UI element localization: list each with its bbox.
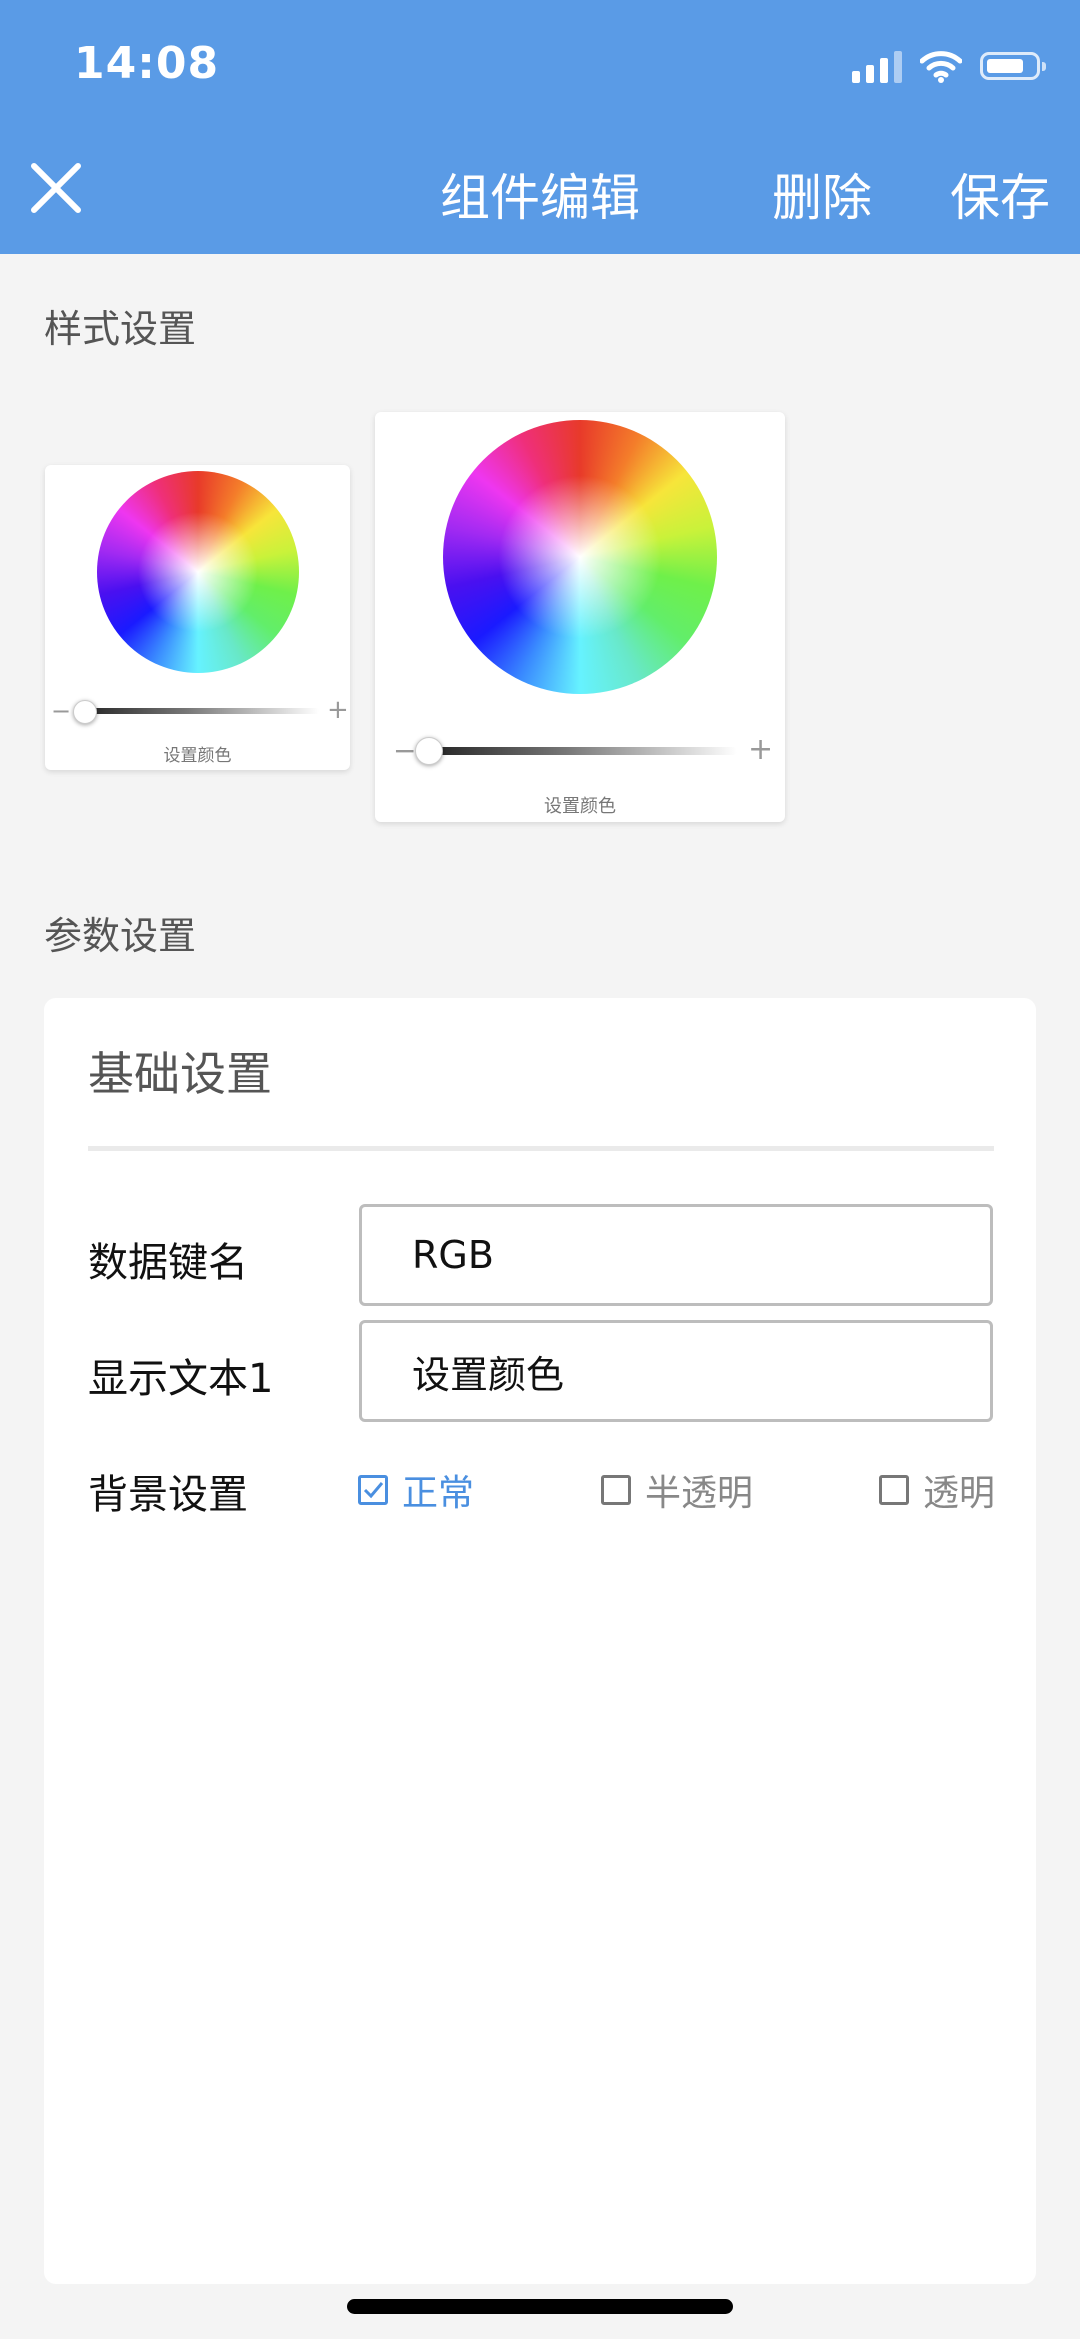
wifi-icon	[920, 51, 962, 83]
divider	[88, 1146, 994, 1151]
option-label: 正常	[402, 1473, 475, 1514]
page-title: 组件编辑	[440, 169, 640, 227]
slider-plus-icon[interactable]: +	[327, 695, 349, 725]
basic-settings-panel: 基础设置 数据键名 RGB 显示文本1 设置颜色 背景设置 正常 半透明 透明	[44, 998, 1036, 2284]
background-setting-label: 背景设置	[88, 1472, 248, 1518]
status-time: 14:08	[74, 38, 220, 89]
battery-icon	[980, 52, 1046, 80]
slider-thumb[interactable]	[415, 737, 443, 765]
widget-label: 设置颜色	[163, 746, 232, 766]
option-label: 透明	[923, 1473, 996, 1514]
slider-thumb[interactable]	[73, 700, 97, 724]
params-section-title: 参数设置	[44, 914, 197, 958]
color-wheel[interactable]	[97, 471, 299, 673]
save-button[interactable]: 保存	[950, 158, 1050, 230]
bg-option-transparent[interactable]: 透明	[879, 1464, 995, 1516]
option-label: 半透明	[645, 1473, 754, 1514]
bg-option-normal[interactable]: 正常	[358, 1464, 474, 1516]
home-indicator	[347, 2299, 733, 2314]
checkbox-checked-icon[interactable]	[358, 1475, 388, 1505]
color-picker-small-widget[interactable]: − + 设置颜色	[45, 465, 350, 770]
delete-button[interactable]: 删除	[772, 158, 872, 230]
brightness-slider[interactable]	[79, 708, 319, 714]
slider-minus-icon[interactable]: −	[51, 697, 71, 725]
slider-minus-icon[interactable]: −	[393, 734, 416, 767]
slider-plus-icon[interactable]: +	[748, 732, 773, 767]
panel-heading: 基础设置	[88, 1047, 272, 1101]
data-key-input[interactable]: RGB	[359, 1204, 993, 1306]
widget-label: 设置颜色	[544, 796, 616, 817]
status-icons	[852, 46, 1046, 86]
checkbox-icon[interactable]	[879, 1475, 909, 1505]
color-wheel[interactable]	[443, 420, 717, 694]
cellular-signal-icon	[852, 49, 902, 83]
display-text-label: 显示文本1	[88, 1356, 274, 1402]
style-section-title: 样式设置	[44, 307, 197, 351]
bg-option-semi-transparent[interactable]: 半透明	[601, 1464, 753, 1516]
data-key-label: 数据键名	[88, 1240, 248, 1286]
color-picker-large-widget[interactable]: − + 设置颜色	[375, 412, 785, 822]
brightness-slider[interactable]	[427, 747, 737, 755]
top-app-bar: 14:08 组件编辑 删除 保存	[0, 0, 1080, 254]
checkbox-icon[interactable]	[601, 1475, 631, 1505]
display-text-input[interactable]: 设置颜色	[359, 1320, 993, 1422]
